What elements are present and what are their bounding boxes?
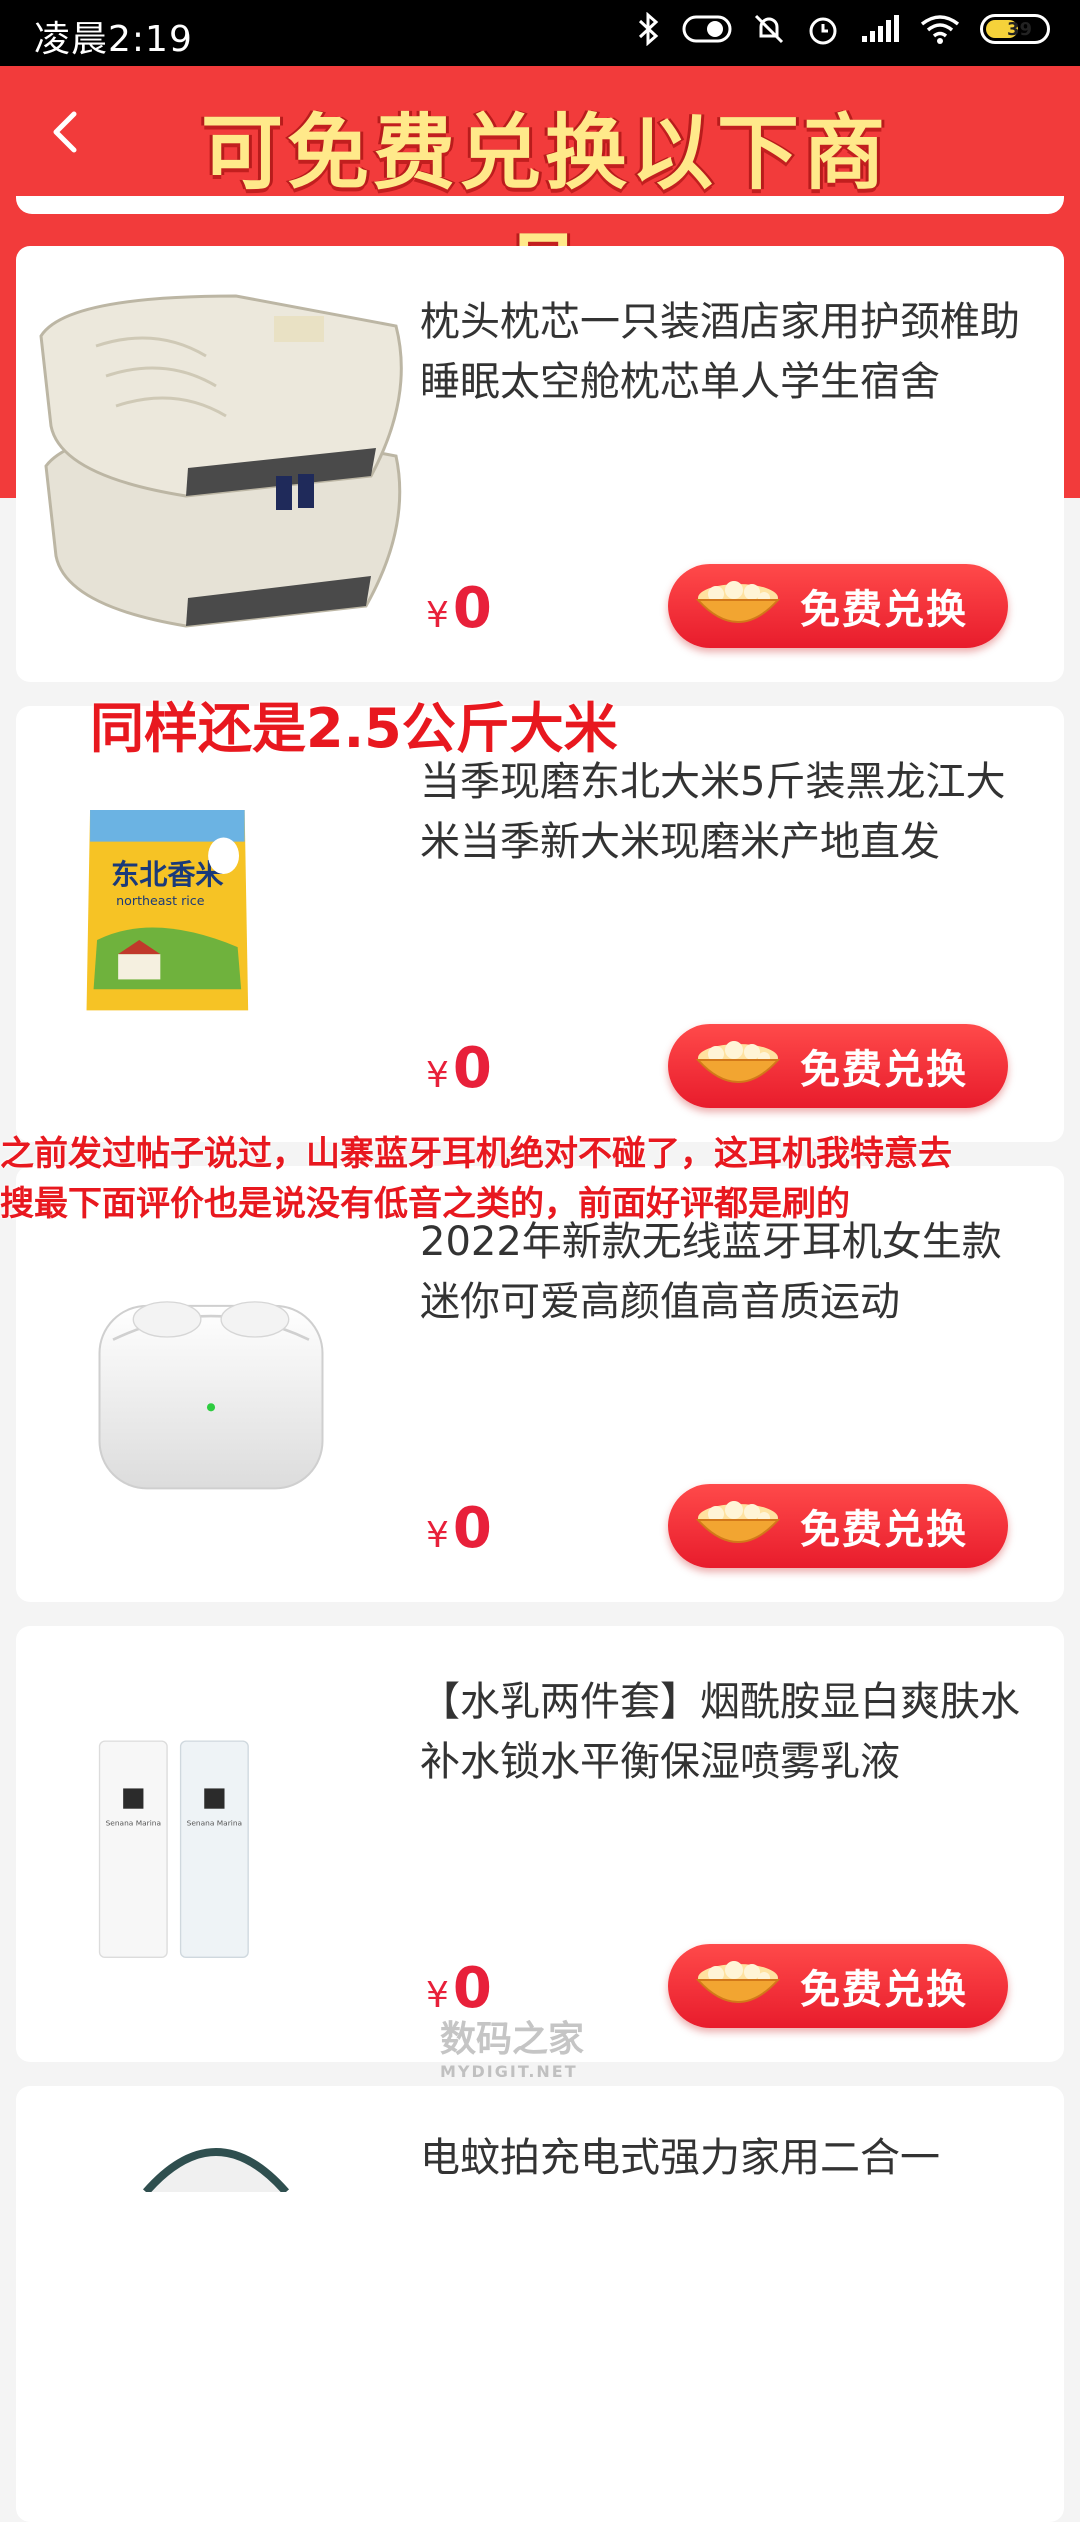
product-title[interactable]: 电蚊拍充电式强力家用二合一 — [420, 2128, 1020, 2188]
status-time: 凌晨2:19 — [34, 19, 193, 60]
bottle-brand-left: Senana Marina — [106, 1819, 161, 1828]
earphones-image — [98, 1301, 324, 1490]
price-symbol: ¥ — [426, 1515, 449, 1556]
product-card[interactable]: 枕头枕芯一只装酒店家用护颈椎助睡眠太空舱枕芯单人学生宿舍 ¥0 免费兑换 — [16, 246, 1064, 682]
bluetooth-icon — [638, 12, 659, 46]
mute-bell-icon — [754, 14, 784, 44]
gold-bowl-icon — [695, 581, 781, 623]
bottle-brand-right: Senana Marina — [187, 1819, 242, 1828]
free-redeem-button[interactable]: 免费兑换 — [668, 1484, 1008, 1568]
product-card[interactable]: 电蚊拍充电式强力家用二合一 — [16, 2086, 1064, 2522]
redeem-label: 免费兑换 — [800, 1507, 968, 1553]
redeem-label: 免费兑换 — [800, 1967, 968, 2013]
free-redeem-button[interactable]: 免费兑换 — [668, 1024, 1008, 1108]
product-card[interactable]: 2022年新款无线蓝牙耳机女生款迷你可爱高颜值高音质运动 ¥0 免费兑换 — [16, 1166, 1064, 1602]
gold-bowl-icon — [695, 1501, 781, 1543]
wifi-icon — [920, 15, 960, 44]
price-value: 0 — [452, 1036, 492, 1101]
redeem-label: 免费兑换 — [800, 1047, 968, 1093]
earphone-annotation-line1: 之前发过帖子说过，山寨蓝牙耳机绝对不碰了，这耳机我特意去 — [0, 1134, 952, 1174]
free-redeem-button[interactable]: 免费兑换 — [668, 564, 1008, 648]
rice-annotation: 同样还是2.5公斤大米 — [90, 697, 618, 760]
watermark-text: 数码之家 — [440, 2019, 585, 2060]
product-title[interactable]: 枕头枕芯一只装酒店家用护颈椎助睡眠太空舱枕芯单人学生宿舍 — [420, 292, 1020, 412]
product-title[interactable]: 【水乳两件套】烟酰胺显白爽肤水补水锁水平衡保湿喷雾乳液 — [420, 1672, 1020, 1792]
page-header: 可免费兑换以下商品 — [0, 66, 1080, 320]
mosquito-racket-image — [142, 2148, 290, 2192]
toggle-icon — [682, 15, 732, 43]
free-redeem-button[interactable]: 免费兑换 — [668, 1944, 1008, 2028]
earphone-annotation-line2: 搜最下面评价也是说没有低音之类的，前面好评都是刷的 — [0, 1184, 850, 1224]
battery-icon: 39 — [980, 14, 1050, 44]
alarm-icon — [809, 17, 837, 45]
rice-bag-image: 东北香米 northeast rice — [86, 810, 249, 1011]
product-card[interactable]: Senana Marina Senana Marina 【水乳两件套】烟酰胺显白… — [16, 1626, 1064, 2062]
product-price: ¥0 — [426, 1036, 492, 1101]
rice-bag-sublabel: northeast rice — [116, 893, 205, 908]
price-value: 0 — [452, 576, 492, 641]
redeem-label: 免费兑换 — [800, 587, 968, 633]
chevron-left-icon[interactable] — [36, 102, 96, 162]
price-value: 0 — [452, 1496, 492, 1561]
signal-icon — [862, 15, 899, 42]
gold-bowl-icon — [695, 1961, 781, 2003]
battery-level: 39 — [1007, 18, 1033, 40]
product-card[interactable]: 东北香米 northeast rice 当季现磨东北大米5斤装黑龙江大米当季新大… — [16, 706, 1064, 1142]
status-bar: 凌晨2:19 39 — [0, 0, 1080, 66]
previous-card-edge — [16, 196, 1064, 214]
gold-bowl-icon — [695, 1041, 781, 1083]
rice-bag-label: 东北香米 — [111, 858, 224, 891]
watermark: 数码之家 MYDIGIT.NET — [440, 2010, 584, 2081]
skincare-bottles-image: Senana Marina Senana Marina — [98, 1740, 249, 1959]
watermark-subtext: MYDIGIT.NET — [440, 2062, 578, 2081]
product-price: ¥0 — [426, 1496, 492, 1561]
price-symbol: ¥ — [426, 595, 449, 636]
price-symbol: ¥ — [426, 1055, 449, 1096]
pillow-image — [39, 294, 403, 628]
product-title[interactable]: 当季现磨东北大米5斤装黑龙江大米当季新大米现磨米产地直发 — [420, 752, 1020, 872]
status-icons: 39 — [636, 12, 1050, 46]
product-title[interactable]: 2022年新款无线蓝牙耳机女生款迷你可爱高颜值高音质运动 — [420, 1212, 1020, 1332]
product-price: ¥0 — [426, 576, 492, 641]
